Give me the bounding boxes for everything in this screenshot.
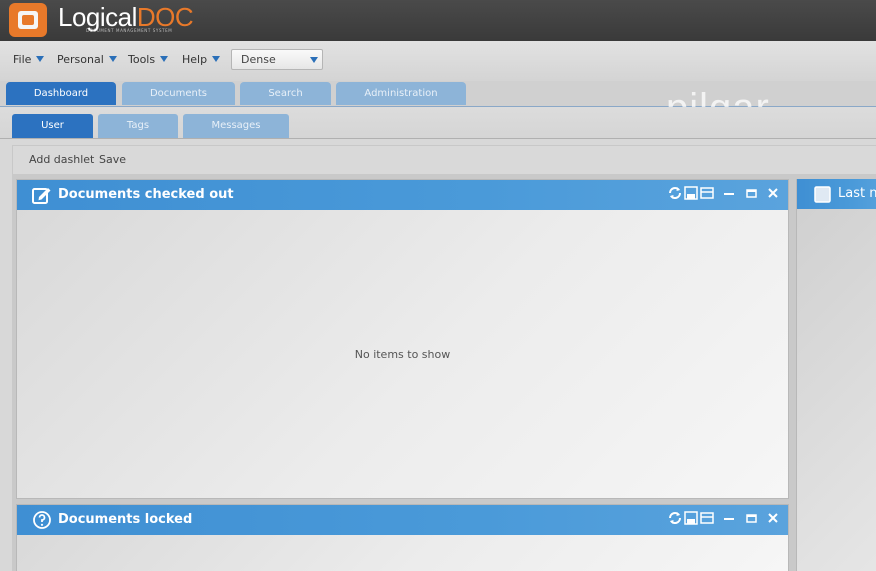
save-button[interactable]: Save [99,153,126,166]
edit-icon [32,188,51,204]
dropdown-arrow-icon [212,56,221,62]
maximize-icon[interactable] [744,186,760,202]
theme-select[interactable]: Dense [231,49,323,70]
dashboard-toolbar: Add dashlet Save [12,145,876,174]
close-icon[interactable] [766,511,782,527]
add-dashlet-button[interactable]: Add dashlet [29,153,94,166]
tab-administration[interactable]: Administration [336,82,466,105]
dashlet-documents-checked-out: Documents checked out No items to show [16,179,789,499]
menu-help[interactable]: Help [182,53,221,66]
minimize-icon[interactable] [722,186,738,202]
sub-tabs: User Tags Messages [0,107,876,139]
dropdown-arrow-icon [160,56,169,62]
dashlet-tools [668,186,780,204]
dashlet-title: Last n [838,186,876,201]
dashlet-header: Last n [797,179,876,209]
theme-select-value: Dense [241,53,276,66]
dashlet-title: Documents locked [58,512,193,527]
dashlet-header: Documents checked out [17,180,788,210]
dashlet-title: Documents checked out [58,187,234,202]
subtab-tags[interactable]: Tags [98,114,178,138]
subtab-messages[interactable]: Messages [183,114,289,138]
tab-search[interactable]: Search [240,82,331,105]
tab-documents[interactable]: Documents [122,82,235,105]
logo-icon [9,3,47,37]
app-header: LogicalDOC DOCUMENT MANAGEMENT SYSTEM [0,0,876,41]
menu-file[interactable]: File [13,53,45,66]
help-icon [33,511,51,529]
chevron-down-icon [310,57,318,63]
save-icon[interactable] [684,511,700,527]
app-tagline: DOCUMENT MANAGEMENT SYSTEM [86,28,173,33]
menu-tools[interactable]: Tools [128,53,169,66]
dashlet-tools [668,511,780,529]
window-icon[interactable] [700,511,716,527]
dashboard-area: Documents checked out No items to show D… [12,174,876,571]
window-icon[interactable] [700,186,716,202]
subtab-user[interactable]: User [12,114,93,138]
dashlet-last-n: Last n [796,179,876,571]
menu-personal[interactable]: Personal [57,53,117,66]
close-icon[interactable] [766,186,782,202]
refresh-icon[interactable] [668,511,684,527]
minimize-icon[interactable] [722,511,738,527]
save-icon[interactable] [684,186,700,202]
tab-dashboard[interactable]: Dashboard [6,82,116,105]
document-icon [814,186,831,203]
menu-bar: File Personal Tools Help Dense [0,41,876,81]
dropdown-arrow-icon [36,56,45,62]
refresh-icon[interactable] [668,186,684,202]
dashlet-documents-locked: Documents locked [16,504,789,571]
maximize-icon[interactable] [744,511,760,527]
dropdown-arrow-icon [108,56,117,62]
dashlet-header: Documents locked [17,505,788,535]
empty-message: No items to show [354,348,451,361]
